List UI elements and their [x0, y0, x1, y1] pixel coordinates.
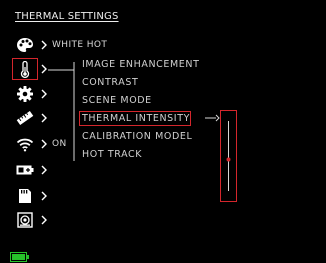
menu-item-thermal-intensity[interactable]: THERMAL INTENSITY — [82, 113, 190, 124]
battery-icon — [10, 252, 29, 262]
menu-item-hot-track[interactable]: HOT TRACK — [82, 149, 142, 160]
intensity-slider[interactable] — [220, 110, 237, 202]
slider-knob — [226, 157, 231, 162]
menu-item-calibration-model[interactable]: CALIBRATION MODEL — [82, 131, 192, 142]
menu-item-scene-mode[interactable]: SCENE MODE — [82, 95, 152, 106]
menu-item-contrast[interactable]: CONTRAST — [82, 77, 138, 88]
menu-item-image-enhancement[interactable]: IMAGE ENHANCEMENT — [82, 59, 200, 70]
